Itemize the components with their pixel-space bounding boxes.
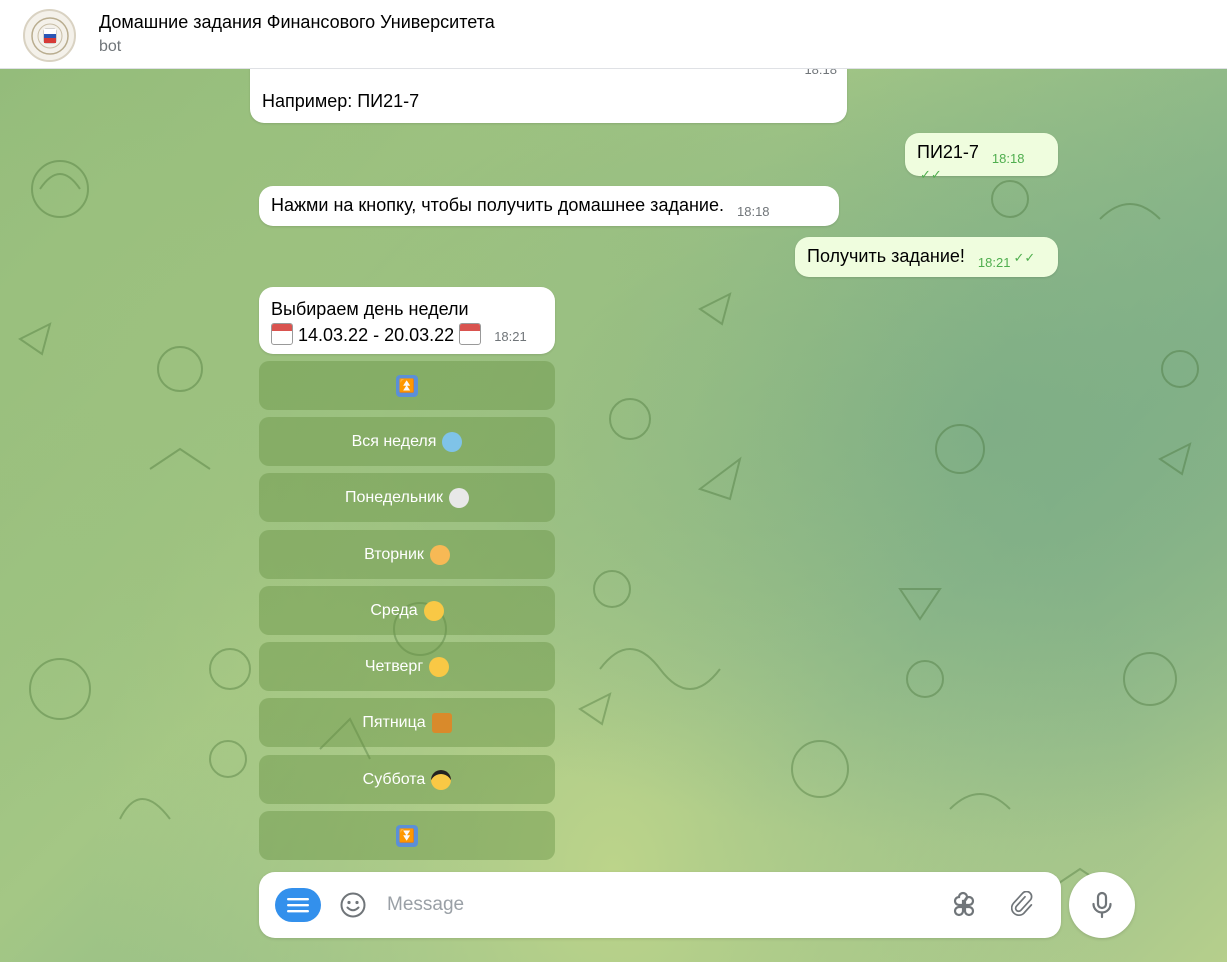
keyboard-button-tuesday[interactable]: Вторник [259, 530, 555, 579]
calendar-emoji [459, 323, 482, 345]
message-text: Нажми на кнопку, чтобы получить домашнее… [271, 195, 724, 215]
message-time: 18:18 [991, 151, 1025, 166]
keyboard-button-label: Вторник [364, 545, 424, 563]
message-outgoing[interactable]: ПИ21-7 18:18 ✓✓ [905, 133, 1058, 182]
message-incoming[interactable]: Выбираем день недели 14.03.22 - 20.03.22… [259, 287, 555, 354]
university-emblem-icon [30, 16, 69, 55]
double-check-icon: ✓✓ [920, 167, 942, 182]
keyboard-button-friday[interactable]: Пятница [259, 698, 555, 747]
skull-emoji [448, 487, 469, 508]
keyboard-button-label: Понедельник [345, 488, 443, 506]
voice-message-button[interactable] [1069, 872, 1135, 938]
beer-mug-emoji [431, 712, 452, 733]
message-incoming[interactable]: Нажми на кнопку, чтобы получить домашнее… [259, 186, 839, 226]
emoji-icon[interactable] [339, 891, 367, 919]
exploding-head-emoji [429, 544, 450, 565]
keyboard-button-all-week[interactable]: Вся неделя [259, 417, 555, 466]
keyboard-button-label: Вся неделя [351, 432, 437, 450]
message-time: 18:18 [804, 69, 837, 77]
calendar-emoji [271, 323, 293, 345]
keyboard-button-down[interactable]: ⏬ [259, 811, 555, 860]
keyboard-button-saturday[interactable]: Суббота [259, 755, 555, 804]
down-arrow-icon: ⏬ [396, 824, 418, 847]
chat-title: Домашние задания Финансового Университет… [99, 12, 495, 32]
chat-area[interactable]: Например: ПИ21-7 18:18 ПИ21-7 18:18 ✓✓ На… [0, 69, 1227, 962]
keyboard-button-monday[interactable]: Понедельник [259, 473, 555, 522]
double-check-icon: ✓✓ [1013, 250, 1036, 265]
keyboard-button-wednesday[interactable]: Среда [259, 586, 555, 635]
cold-face-emoji [442, 431, 463, 452]
up-arrow-icon: ⏫ [396, 374, 418, 397]
chat-header[interactable]: Домашние задания Финансового Университет… [0, 0, 1227, 69]
keyboard-button-thursday[interactable]: Четверг [259, 642, 555, 691]
keyboard-button-label: Четверг [364, 657, 424, 675]
relieved-face-emoji [423, 600, 444, 621]
message-text: Получить задание! [807, 246, 965, 266]
message-incoming[interactable]: Например: ПИ21-7 18:18 [250, 69, 847, 123]
keyboard-button-label: Среда [370, 601, 418, 619]
message-text-line2: 14.03.22 - 20.03.22 [298, 325, 455, 345]
keyboard-button-label: Пятница [362, 713, 426, 731]
neutral-face-emoji [429, 656, 450, 677]
message-time: 18:18 [737, 204, 770, 219]
message-text: ПИ21-7 [917, 142, 979, 162]
message-time: 18:21 [494, 329, 527, 344]
message-time: 18:21 [977, 255, 1011, 270]
message-input[interactable] [387, 892, 947, 918]
sunglasses-face-emoji [431, 769, 452, 790]
message-composer [259, 872, 1061, 938]
message-text: Например: ПИ21-7 [262, 91, 420, 111]
keyboard-button-up[interactable]: ⏫ [259, 361, 555, 410]
chat-subtitle: bot [99, 38, 122, 55]
microphone-icon [1092, 891, 1112, 919]
menu-icon [287, 898, 309, 913]
bot-avatar[interactable] [23, 9, 76, 62]
attach-icon[interactable] [1011, 891, 1039, 921]
message-outgoing[interactable]: Получить задание! 18:21 ✓✓ [795, 237, 1058, 277]
bot-menu-button[interactable] [275, 888, 321, 922]
message-text-line1: Выбираем день недели [271, 299, 469, 319]
bot-commands-icon[interactable] [949, 891, 979, 921]
keyboard-button-label: Суббота [362, 770, 426, 788]
